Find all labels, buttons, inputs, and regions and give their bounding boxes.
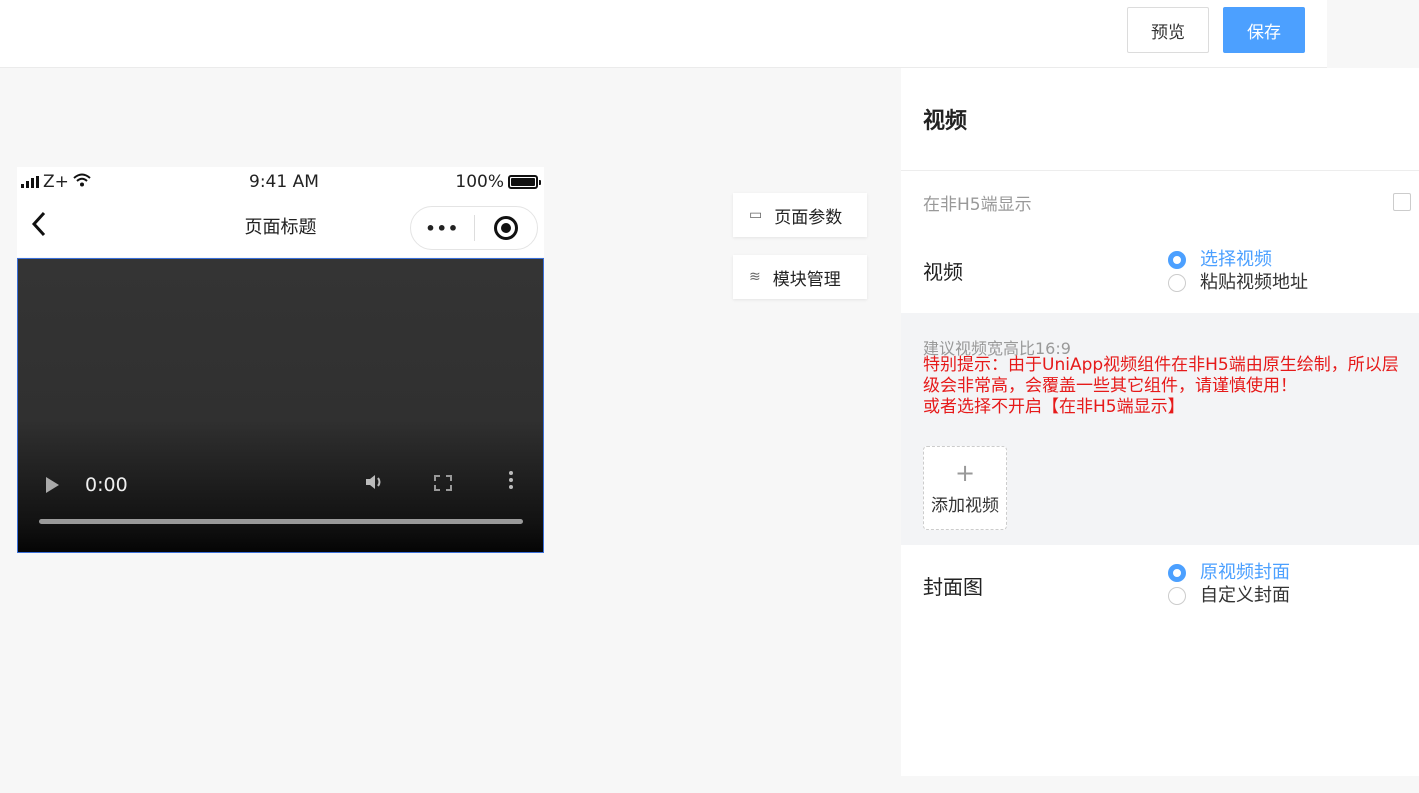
add-video-button[interactable]: + 添加视频 [923, 446, 1007, 530]
phone-preview: Z+ 9:41 AM 100% 页面标题 ••• 0:00 [17, 167, 544, 793]
top-toolbar: 预览 保存 [0, 0, 1327, 68]
video-field-label: 视频 [923, 260, 963, 284]
radio-select-video-label: 选择视频 [1200, 249, 1272, 270]
video-progress-bar[interactable] [39, 519, 523, 524]
battery-group: 100% [455, 172, 541, 192]
radio-unchecked-icon [1168, 587, 1186, 605]
radio-checked-icon [1168, 564, 1186, 582]
warning-line-1: 特别提示：由于UniApp视频组件在非H5端由原生绘制，所以层级会非常高，会覆盖… [923, 355, 1399, 396]
radio-original-cover[interactable]: 原视频封面 [1168, 562, 1290, 584]
phone-navbar: 页面标题 ••• [17, 199, 544, 257]
panel-title: 视频 [923, 109, 968, 134]
radio-custom-cover[interactable]: 自定义封面 [1168, 585, 1290, 607]
module-manage-label: 模块管理 [772, 269, 841, 290]
panel-divider [901, 170, 1419, 171]
non-h5-display-label: 在非H5端显示 [923, 195, 1032, 215]
radio-custom-cover-label: 自定义封面 [1200, 585, 1290, 606]
add-video-label: 添加视频 [931, 495, 999, 516]
battery-percent: 100% [455, 172, 504, 192]
fullscreen-icon[interactable] [434, 475, 452, 491]
mini-program-capsule: ••• [410, 206, 538, 250]
preview-button[interactable]: 预览 [1127, 7, 1209, 53]
page-icon: ▭ [749, 207, 763, 223]
radio-paste-video-url-label: 粘贴视频地址 [1200, 272, 1308, 293]
signal-group: Z+ [21, 172, 91, 192]
save-button[interactable]: 保存 [1223, 7, 1305, 53]
battery-icon [508, 175, 541, 189]
speaker-icon[interactable] [364, 473, 386, 496]
non-h5-display-checkbox[interactable] [1393, 193, 1411, 211]
video-tip-box: 建议视频宽高比16:9 特别提示：由于UniApp视频组件在非H5端由原生绘制，… [901, 313, 1419, 545]
radio-paste-video-url[interactable]: 粘贴视频地址 [1168, 272, 1308, 294]
status-time: 9:41 AM [249, 172, 319, 192]
cover-field-label: 封面图 [923, 575, 983, 599]
carrier-label: Z+ [43, 172, 69, 192]
video-time: 0:00 [85, 474, 128, 496]
radio-select-video[interactable]: 选择视频 [1168, 249, 1308, 271]
module-manage-button[interactable]: ≋ 模块管理 [733, 255, 867, 299]
page-params-label: 页面参数 [774, 207, 843, 228]
plus-icon: + [954, 458, 976, 487]
video-player[interactable]: 0:00 [17, 258, 544, 553]
warning-text: 特别提示：由于UniApp视频组件在非H5端由原生绘制，所以层级会非常高，会覆盖… [923, 355, 1413, 418]
play-icon[interactable] [46, 477, 59, 493]
video-source-radio-group: 选择视频 粘贴视频地址 [1168, 249, 1308, 294]
wifi-icon [73, 172, 91, 192]
warning-line-2: 或者选择不开启【在非H5端显示】 [923, 397, 1185, 417]
radio-checked-icon [1168, 251, 1186, 269]
layers-icon: ≋ [749, 269, 761, 285]
settings-panel: 视频 在非H5端显示 视频 选择视频 粘贴视频地址 建议视频宽高比16:9 特别… [901, 68, 1419, 776]
cover-radio-group: 原视频封面 自定义封面 [1168, 562, 1290, 607]
page-params-button[interactable]: ▭ 页面参数 [733, 193, 867, 237]
status-bar: Z+ 9:41 AM 100% [17, 167, 544, 199]
phone-content-area [17, 553, 544, 793]
more-vertical-icon[interactable] [508, 470, 514, 490]
close-target-icon[interactable] [475, 216, 538, 240]
radio-original-cover-label: 原视频封面 [1200, 562, 1290, 583]
radio-unchecked-icon [1168, 274, 1186, 292]
more-dots-icon[interactable]: ••• [411, 219, 474, 238]
signal-icon [21, 176, 39, 188]
